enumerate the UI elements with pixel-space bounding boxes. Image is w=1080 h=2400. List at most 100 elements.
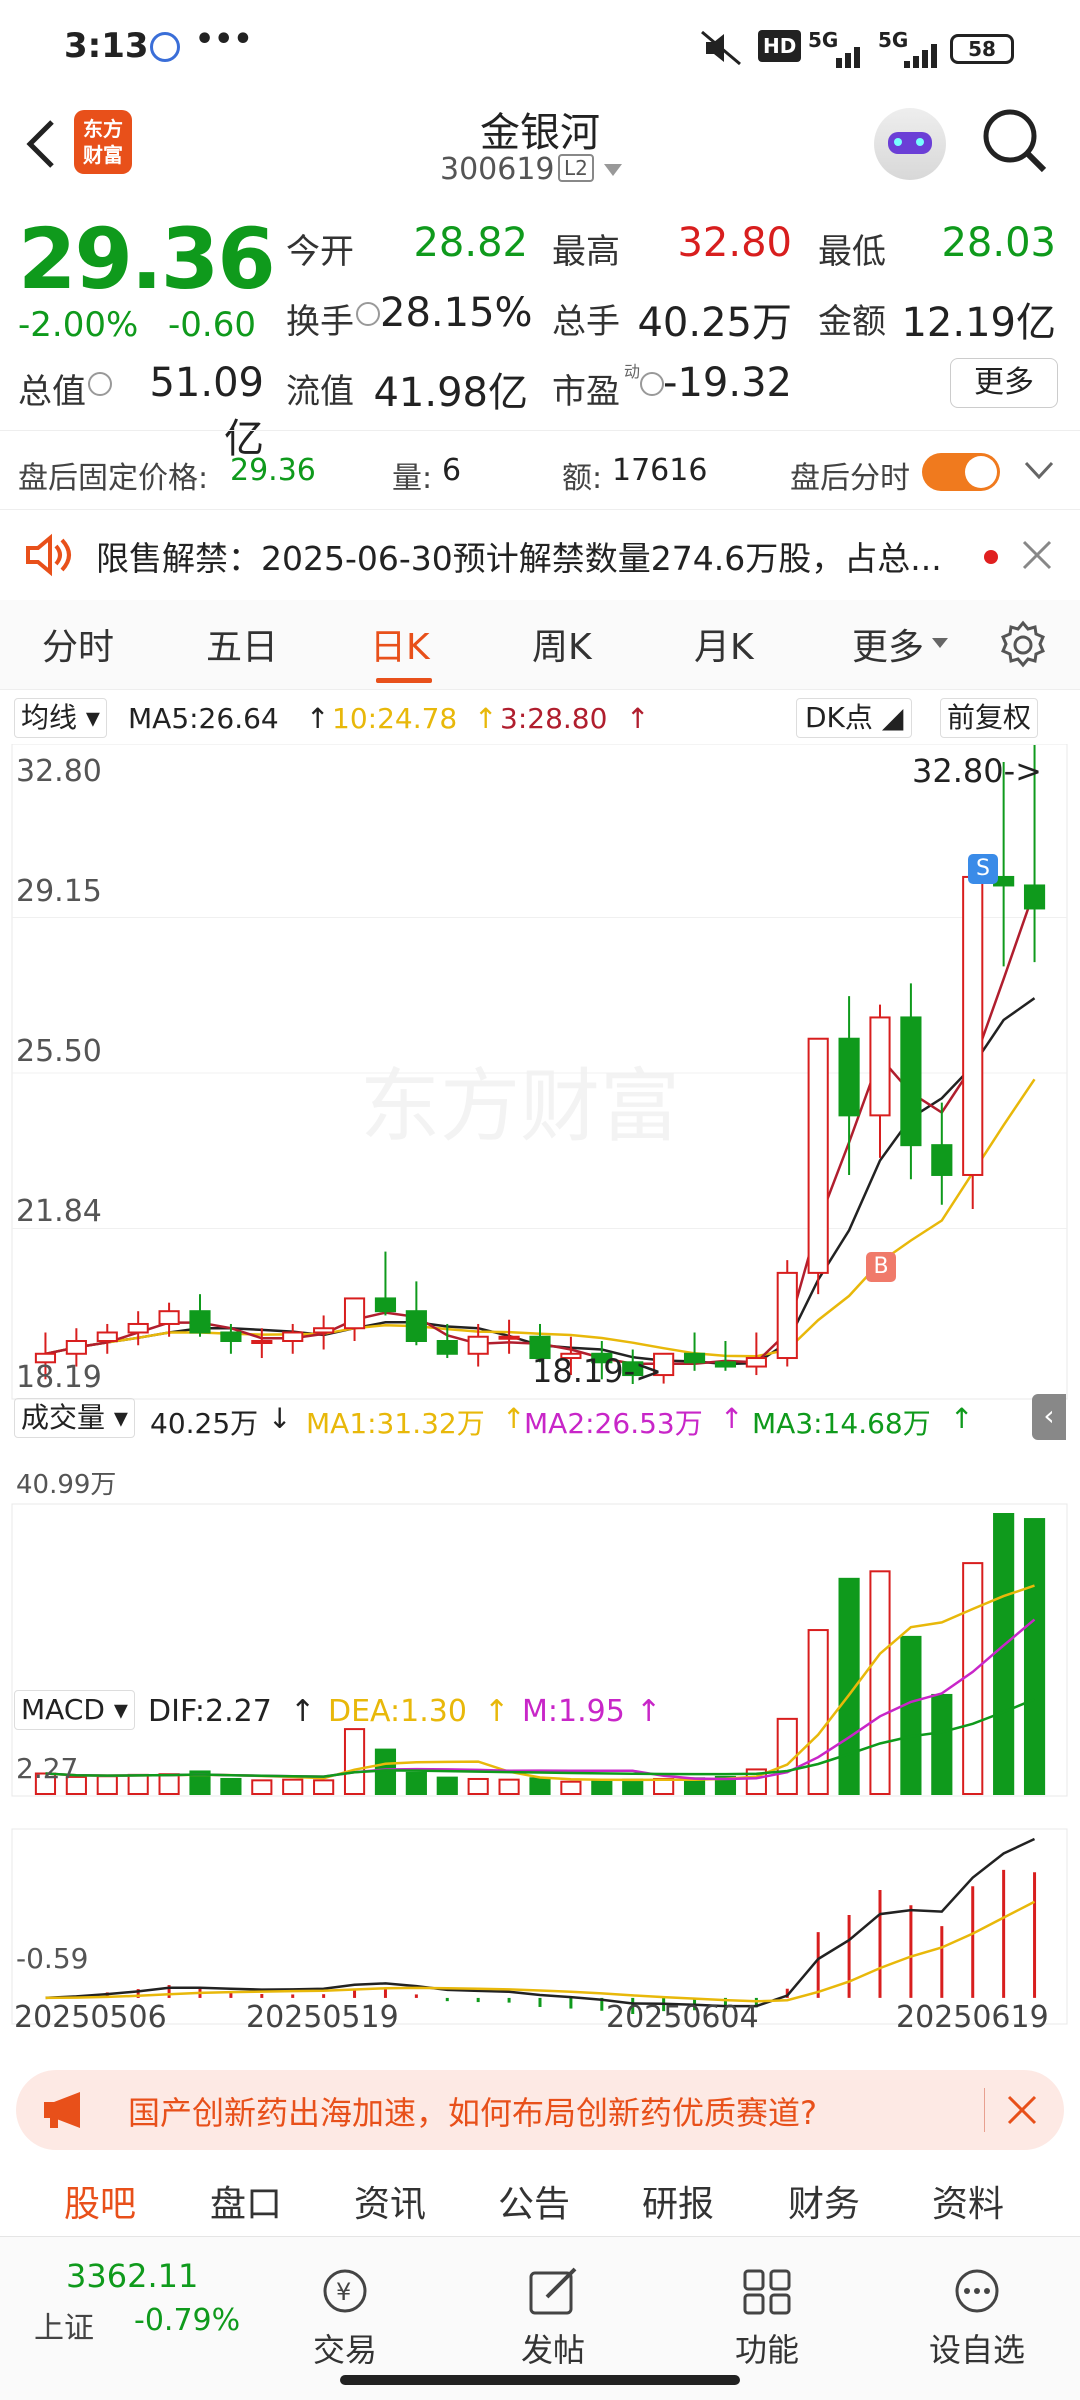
candle-body (343, 1297, 366, 1330)
date-label-1: 20250506 (14, 2000, 167, 2035)
kline-svg[interactable]: 东方财富 (0, 744, 1080, 2054)
low-label: 最低 (818, 232, 886, 272)
grid-icon (743, 2269, 791, 2315)
close-icon[interactable] (1022, 540, 1052, 570)
after-hours-bar: 盘后固定价格: 29.36 量: 6 额: 17616 盘后分时 (0, 430, 1080, 510)
macd-line (45, 1900, 1036, 2003)
more-button[interactable]: 更多 (950, 358, 1058, 408)
stock-code: 300619 (440, 152, 555, 187)
assistant-avatar[interactable] (874, 108, 946, 180)
megaphone-icon (44, 2092, 80, 2128)
candle-body (220, 1331, 242, 1343)
nav-add-watchlist-label: 设自选 (928, 2331, 1025, 2369)
open-label: 今开 (286, 232, 354, 272)
tab-profile[interactable]: 资料 (932, 2175, 1004, 2227)
volume-value: 40.25万 (637, 300, 792, 346)
nav-trade[interactable]: ¥ 交易 (280, 2267, 410, 2371)
info-icon[interactable] (356, 302, 380, 326)
logo-text-1: 东方 (83, 117, 123, 141)
after-hours-toggle[interactable] (922, 453, 1000, 491)
macd-top-label: 2.27 (16, 1752, 79, 1785)
level2-badge[interactable]: L2 (558, 154, 594, 182)
open-value: 28.82 (413, 220, 528, 266)
tab-forum[interactable]: 股吧 (64, 2175, 136, 2227)
date-label-4: 20250619 (896, 2000, 1049, 2035)
candle-body (313, 1327, 335, 1334)
vol-ma3-label: MA3:14.68万 (752, 1407, 931, 1440)
bottom-nav: 3362.11 上证 -0.79% ¥ 交易 发帖 功能 设自选 (0, 2236, 1080, 2400)
volume-label: 总手 (552, 302, 620, 342)
pe-dynamic-tag: 动 (624, 362, 641, 381)
search-icon[interactable] (980, 106, 1050, 176)
more-circle-icon (955, 2269, 999, 2313)
tab-daily-k[interactable]: 日K (370, 618, 430, 670)
dk-point-button[interactable]: DK点 ◢ (796, 698, 913, 738)
ma5-label: MA5:26.64 (128, 702, 279, 735)
signal-icon-2 (904, 44, 937, 68)
info-icon[interactable] (88, 372, 112, 396)
macd-line (45, 1837, 1036, 2008)
app-header: 东方 财富 金银河 300619 L2 (0, 100, 1080, 200)
tab-more[interactable]: 更多 (852, 618, 924, 670)
sell-signal-tag[interactable]: S (968, 854, 998, 884)
volume-bar (467, 1777, 489, 1795)
stock-name: 金银河 (480, 110, 600, 156)
ma10-label: 10:24.78 (332, 702, 458, 735)
app-logo[interactable]: 东方 财富 (74, 110, 132, 174)
volume-selector[interactable]: 成交量 ▾ (14, 1398, 135, 1438)
gear-icon[interactable] (998, 620, 1048, 670)
more-dots: ••• (195, 22, 253, 57)
tab-financials[interactable]: 财务 (788, 2175, 860, 2227)
back-icon[interactable] (20, 114, 60, 174)
macd-selector[interactable]: MACD ▾ (14, 1690, 135, 1730)
candle-body (158, 1310, 180, 1325)
buy-signal-tag[interactable]: B (866, 1252, 896, 1282)
tab-news[interactable]: 资讯 (354, 2175, 426, 2227)
adjust-button[interactable]: 前复权 (940, 698, 1039, 738)
close-icon[interactable] (1006, 2094, 1038, 2126)
mute-icon (701, 30, 741, 66)
candle-body (436, 1340, 458, 1355)
candle-body (127, 1322, 149, 1334)
vol-ma1-label: MA1:31.32万 (306, 1407, 485, 1440)
nav-add-watchlist[interactable]: 设自选 (912, 2267, 1042, 2371)
volume-bar (993, 1513, 1015, 1795)
unlock-notice[interactable]: 限售解禁：2025-06-30预计解禁数量274.6万股，占总... (0, 512, 1080, 598)
volume-bar (96, 1775, 118, 1796)
tab-five-day[interactable]: 五日 (206, 618, 278, 670)
low-value: 28.03 (941, 220, 1056, 266)
chevron-down-icon[interactable] (604, 164, 622, 178)
tab-weekly-k[interactable]: 周K (532, 618, 592, 670)
candle-body (962, 875, 984, 1176)
candle-body (838, 1037, 860, 1117)
y-label-min: 18.19 (16, 1360, 102, 1395)
volume-bar (313, 1779, 335, 1796)
tab-orderbook[interactable]: 盘口 (210, 2175, 282, 2227)
nav-post[interactable]: 发帖 (488, 2267, 618, 2371)
ma-selector[interactable]: 均线 ▾ (14, 698, 107, 738)
tab-announcements[interactable]: 公告 (498, 2175, 570, 2227)
volume-bar (220, 1777, 242, 1795)
volume-bar (436, 1776, 458, 1795)
speaker-icon (26, 533, 71, 577)
candle-body (931, 1144, 953, 1176)
collapse-panel-button[interactable]: ‹ (1032, 1394, 1066, 1440)
ad-banner[interactable]: 国产创新药出海加速，如何布局创新药优质赛道? (16, 2070, 1064, 2150)
tab-intraday[interactable]: 分时 (42, 618, 114, 670)
y-label-4: 21.84 (16, 1194, 102, 1229)
home-indicator (340, 2375, 740, 2385)
volume-value: 40.25万 (150, 1407, 259, 1440)
volume-bar (127, 1773, 149, 1796)
volume-bar (498, 1778, 520, 1795)
chevron-down-icon[interactable] (932, 638, 948, 650)
chevron-down-icon[interactable] (1024, 461, 1054, 481)
after-qty-value: 6 (442, 453, 462, 488)
after-qty-label: 量: (392, 461, 433, 496)
vol-ma2-label: MA2:26.53万 (524, 1407, 703, 1440)
macd-m: M:1.95 (522, 1694, 625, 1729)
tab-monthly-k[interactable]: 月K (694, 618, 754, 670)
index-ticker[interactable]: 3362.11 上证 -0.79% (20, 2237, 250, 2357)
date-label-3: 20250604 (606, 2000, 759, 2035)
tab-research[interactable]: 研报 (642, 2175, 714, 2227)
nav-functions[interactable]: 功能 (702, 2267, 832, 2371)
